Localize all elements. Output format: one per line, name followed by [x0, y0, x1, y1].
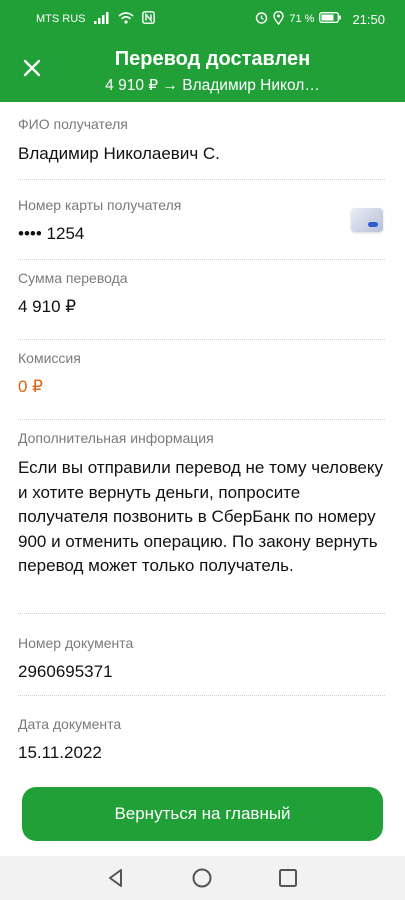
wifi-icon — [117, 11, 134, 27]
field-label: ФИО получателя — [18, 116, 128, 132]
field-label: Дата документа — [18, 716, 122, 732]
card-number-value: •••• 1254 — [18, 224, 85, 243]
field-label: Сумма перевода — [18, 270, 128, 286]
recipient-name-value: Владимир Николаевич С. — [18, 144, 220, 163]
close-icon — [23, 59, 41, 82]
battery-percent: 71 % — [289, 13, 315, 25]
commission-value: 0 ₽ — [18, 377, 43, 396]
header: Перевод доставлен 4 910 ₽ → Владимир Ник… — [0, 38, 405, 102]
transfer-details: ФИО получателя Владимир Николаевич С. Но… — [0, 102, 405, 780]
home-button[interactable]: Вернуться на главный — [22, 787, 383, 841]
amount-value: 4 910 ₽ — [18, 297, 77, 316]
document-date-value: 15.11.2022 — [18, 743, 102, 762]
status-left: MTS RUS — [36, 11, 155, 27]
status-bar: MTS RUS 71 % 21:50 — [0, 0, 405, 38]
additional-info-value: Если вы отправили перевод не тому челове… — [18, 458, 383, 575]
field-amount: Сумма перевода 4 910 ₽ — [0, 260, 405, 340]
close-button[interactable] — [14, 52, 50, 88]
signal-icon — [93, 11, 110, 27]
nfc-icon — [141, 11, 155, 27]
document-number-value: 2960695371 — [18, 662, 113, 681]
alarm-icon — [255, 11, 268, 27]
screen: MTS RUS 71 % 21:50 Перевод доставлен 4 9… — [0, 0, 405, 900]
system-nav-bar — [0, 856, 405, 900]
recents-icon — [276, 869, 300, 894]
clock: 21:50 — [352, 11, 385, 27]
field-document-number: Номер документа 2960695371 — [0, 614, 405, 696]
field-document-date: Дата документа 15.11.2022 — [0, 696, 405, 780]
field-label: Номер документа — [18, 635, 134, 651]
back-icon — [104, 869, 128, 894]
field-label: Дополнительная информация — [18, 430, 214, 446]
page-subtitle: 4 910 ₽ → Владимир Никол… — [105, 77, 320, 94]
card-chip — [368, 222, 378, 227]
status-right: 71 % 21:50 — [255, 10, 385, 28]
field-additional-info: Дополнительная информация Если вы отправ… — [0, 420, 405, 614]
field-label: Номер карты получателя — [18, 197, 182, 213]
carrier-label: MTS RUS — [36, 13, 86, 25]
card-icon — [351, 208, 383, 232]
field-card-number: Номер карты получателя •••• 1254 — [0, 180, 405, 260]
nav-home-button[interactable] — [190, 866, 214, 890]
nav-recents-button[interactable] — [276, 866, 300, 890]
field-label: Комиссия — [18, 350, 81, 366]
battery-icon — [319, 12, 342, 26]
field-commission: Комиссия 0 ₽ — [0, 340, 405, 420]
home-icon — [190, 868, 214, 894]
page-title: Перевод доставлен — [114, 48, 311, 70]
bottom-action-area: Вернуться на главный — [0, 770, 405, 856]
location-icon — [273, 10, 285, 28]
nav-back-button[interactable] — [104, 866, 128, 890]
field-recipient-name: ФИО получателя Владимир Николаевич С. — [0, 102, 405, 180]
